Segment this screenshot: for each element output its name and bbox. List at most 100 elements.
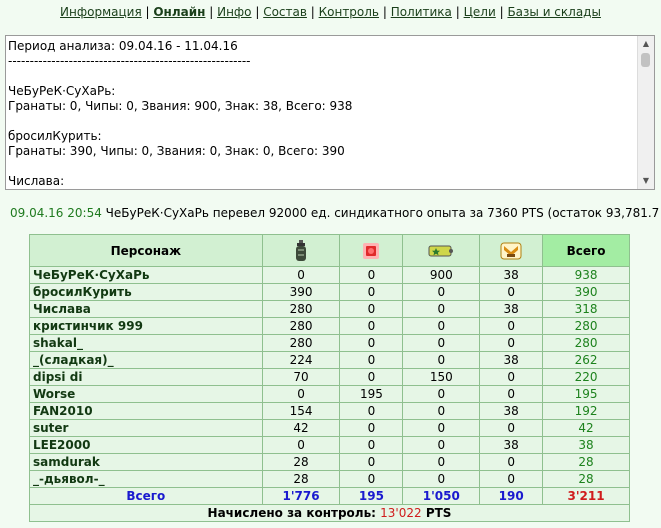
ranks-value: 900 xyxy=(402,266,481,284)
log-line: ЧеБуРеК·СуХаРь: xyxy=(8,84,116,98)
log-line: Период анализа: 09.04.16 - 11.04.16 xyxy=(8,39,238,53)
character-name: ЧеБуРеК·СуХаРь xyxy=(29,266,263,284)
scroll-up-arrow-icon[interactable]: ▲ xyxy=(638,36,654,52)
grenades-value: 154 xyxy=(261,402,341,420)
total-value: 262 xyxy=(542,351,630,369)
log-scrollbar[interactable]: ▲ ▼ xyxy=(637,36,654,189)
nav-link[interactable]: Информация xyxy=(60,5,142,19)
grenades-value: 28 xyxy=(261,470,341,488)
log-line: Гранаты: 390, Чипы: 0, Звания: 0, Знак: … xyxy=(8,144,345,158)
header-character: Персонаж xyxy=(29,234,263,267)
chips-value: 0 xyxy=(339,436,404,454)
sum-ranks: 1'050 xyxy=(402,487,481,505)
badges-value: 0 xyxy=(479,470,544,488)
top-nav: Информация | Онлайн | Инфо | Состав | Ко… xyxy=(0,5,661,19)
badges-value: 0 xyxy=(479,317,544,335)
character-name: _(сладкая)_ xyxy=(29,351,263,369)
character-name: LEE2000 xyxy=(29,436,263,454)
ranks-value: 0 xyxy=(402,283,481,301)
table-header-row: Персонаж Всего xyxy=(29,234,630,267)
header-rank xyxy=(402,234,481,267)
grenades-value: 280 xyxy=(261,317,341,335)
chips-value: 195 xyxy=(339,385,404,403)
character-name: samdurak xyxy=(29,453,263,471)
total-value: 280 xyxy=(542,317,630,335)
badges-value: 0 xyxy=(479,283,544,301)
grenade-icon xyxy=(296,239,307,261)
character-name: Числава xyxy=(29,300,263,318)
nav-separator: | xyxy=(141,5,154,19)
total-value: 280 xyxy=(542,334,630,352)
scroll-down-arrow-icon[interactable]: ▼ xyxy=(638,173,654,189)
total-value: 220 xyxy=(542,368,630,386)
footer-unit: PTS xyxy=(425,506,452,520)
table-row: Worse 0 195 0 0 195 xyxy=(29,385,630,403)
ranks-value: 0 xyxy=(402,453,481,471)
grenades-value: 42 xyxy=(261,419,341,437)
nav-link[interactable]: Политика xyxy=(391,5,452,19)
character-name: shakal_ xyxy=(29,334,263,352)
message-timestamp: 09.04.16 20:54 xyxy=(10,206,102,220)
nav-link[interactable]: Онлайн xyxy=(153,5,205,19)
character-name: dipsi di xyxy=(29,368,263,386)
chips-value: 0 xyxy=(339,317,404,335)
nav-link[interactable]: Инфо xyxy=(217,5,251,19)
table-row: FAN2010 154 0 0 38 192 xyxy=(29,402,630,420)
nav-link[interactable]: Контроль xyxy=(319,5,379,19)
table-row: LEE2000 0 0 0 38 38 xyxy=(29,436,630,454)
table-row: _-дьявол-_ 28 0 0 0 28 xyxy=(29,470,630,488)
chips-value: 0 xyxy=(339,453,404,471)
total-value: 42 xyxy=(542,419,630,437)
nav-separator: | xyxy=(205,5,218,19)
total-value: 390 xyxy=(542,283,630,301)
total-value: 192 xyxy=(542,402,630,420)
nav-link[interactable]: Базы и склады xyxy=(507,5,601,19)
scroll-thumb[interactable] xyxy=(641,53,650,67)
badges-value: 38 xyxy=(479,266,544,284)
chips-value: 0 xyxy=(339,402,404,420)
badges-value: 38 xyxy=(479,351,544,369)
character-name: кристинчик 999 xyxy=(29,317,263,335)
badges-value: 0 xyxy=(479,419,544,437)
rank-icon xyxy=(428,245,454,257)
footer-label: Начислено за контроль: xyxy=(207,506,376,520)
log-line: ----------------------------------------… xyxy=(8,54,251,68)
nav-separator: | xyxy=(451,5,464,19)
badges-value: 0 xyxy=(479,334,544,352)
grenades-value: 224 xyxy=(261,351,341,369)
nav-link[interactable]: Цели xyxy=(464,5,496,19)
badges-value: 38 xyxy=(479,436,544,454)
ranks-value: 0 xyxy=(402,470,481,488)
badges-value: 0 xyxy=(479,453,544,471)
chips-value: 0 xyxy=(339,300,404,318)
control-table: Персонаж Всего ЧеБуРеК·СуХаРь 0 0 900 38… xyxy=(29,234,630,522)
total-value: 28 xyxy=(542,453,630,471)
grenades-value: 28 xyxy=(261,453,341,471)
chips-value: 0 xyxy=(339,266,404,284)
badge-icon xyxy=(500,242,522,259)
character-name: Worse xyxy=(29,385,263,403)
header-badge xyxy=(479,234,544,267)
chip-icon xyxy=(363,242,380,259)
nav-link[interactable]: Состав xyxy=(263,5,307,19)
nav-separator: | xyxy=(495,5,508,19)
ranks-value: 0 xyxy=(402,402,481,420)
grenades-value: 0 xyxy=(261,385,341,403)
table-row: ЧеБуРеК·СуХаРь 0 0 900 38 938 xyxy=(29,266,630,284)
analysis-log[interactable]: Период анализа: 09.04.16 - 11.04.16 -----… xyxy=(5,35,655,190)
table-row: samdurak 28 0 0 0 28 xyxy=(29,453,630,471)
chips-value: 0 xyxy=(339,470,404,488)
sum-chips: 195 xyxy=(339,487,404,505)
character-name: FAN2010 xyxy=(29,402,263,420)
sum-badges: 190 xyxy=(479,487,544,505)
chips-value: 0 xyxy=(339,419,404,437)
table-row: кристинчик 999 280 0 0 0 280 xyxy=(29,317,630,335)
character-name: бросилКурить xyxy=(29,283,263,301)
total-value: 28 xyxy=(542,470,630,488)
nav-separator: | xyxy=(306,5,319,19)
transfer-message: 09.04.16 20:54 ЧеБуРеК·СуХаРь перевел 92… xyxy=(10,206,661,220)
character-name: _-дьявол-_ xyxy=(29,470,263,488)
